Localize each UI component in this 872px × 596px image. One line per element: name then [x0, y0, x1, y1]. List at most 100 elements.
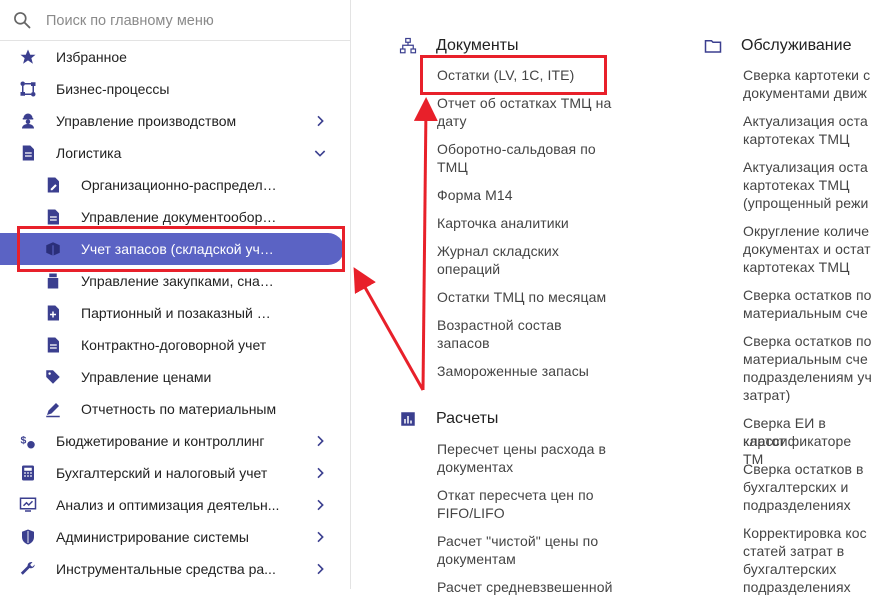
link-service-9d[interactable]: подразделениях — [743, 578, 851, 596]
sidebar-item-label: Бизнес-процессы — [56, 81, 170, 97]
link-recalc-line2[interactable]: документах — [437, 458, 513, 476]
link-service-9b[interactable]: статей затрат в — [743, 542, 844, 560]
process-flow-icon — [20, 81, 36, 97]
link-service-4b[interactable]: документах и остат — [743, 240, 871, 258]
link-service-8a[interactable]: Сверка остатков в — [743, 460, 864, 478]
sidebar-subitem-procurement[interactable]: Управление закупками, снабжением — [0, 265, 350, 297]
link-service-4c[interactable]: картотеках ТМЦ — [743, 258, 850, 276]
svg-text:$: $ — [21, 434, 27, 446]
link-service-5a[interactable]: Сверка остатков по — [743, 286, 872, 304]
search-bar — [0, 0, 350, 41]
sidebar-subitem-document-flow[interactable]: Управление документооборотом — [0, 201, 350, 233]
sidebar-item-label: Избранное — [56, 49, 127, 65]
link-service-6d[interactable]: затрат) — [743, 386, 790, 404]
search-icon — [14, 12, 31, 29]
chevron-right-icon — [317, 531, 324, 543]
link-service-6a[interactable]: Сверка остатков по — [743, 332, 872, 350]
link-rollback-line1[interactable]: Откат пересчета цен по — [437, 486, 594, 504]
worker-icon — [22, 113, 34, 129]
sidebar-item-favorites[interactable]: Избранное — [0, 41, 350, 73]
section-title-service: Обслуживание — [741, 37, 852, 54]
tag-icon — [46, 370, 60, 384]
sidebar-item-label: Администрирование системы — [56, 529, 249, 545]
sidebar-item-label: Инструментальные средства ра... — [56, 561, 276, 577]
section-title-documents: Документы — [436, 37, 519, 54]
sidebar-item-budgeting[interactable]: $ Бюджетирование и контроллинг — [0, 425, 350, 457]
link-rollback-line2[interactable]: FIFO/LIFO — [437, 504, 505, 522]
link-service-9a[interactable]: Корректировка кос — [743, 524, 867, 542]
link-service-1a[interactable]: Сверка картотеки с — [743, 66, 870, 84]
link-service-8c[interactable]: подразделениях — [743, 496, 851, 514]
document-edit-icon — [47, 177, 59, 193]
sidebar-item-label: Управление закупками, снабжением — [81, 273, 277, 289]
document-icon — [47, 209, 59, 225]
bar-chart-icon — [401, 412, 415, 426]
sidebar-item-accounting[interactable]: Бухгалтерский и налоговый учет — [0, 457, 350, 489]
link-turnover-line1[interactable]: Оборотно-сальдовая по — [437, 140, 596, 158]
link-service-5b[interactable]: материальным сче — [743, 304, 868, 322]
sidebar-subitem-batch-accounting[interactable]: Партионный и позаказный учет — [0, 297, 350, 329]
link-frozen-stock[interactable]: Замороженные запасы — [437, 362, 589, 380]
sidebar-item-label: Управление ценами — [81, 369, 212, 385]
link-age-structure-line2[interactable]: запасов — [437, 334, 490, 352]
link-stock-report-line2[interactable]: дату — [437, 112, 467, 130]
sidebar-subitem-contracts[interactable]: Контрактно-договорной учет — [0, 329, 350, 361]
link-service-2a[interactable]: Актуализация оста — [743, 112, 868, 130]
link-monthly-balances[interactable]: Остатки ТМЦ по месяцам — [437, 288, 606, 306]
link-service-6c[interactable]: подразделениям уч — [743, 368, 872, 386]
link-weighted-avg[interactable]: Расчет средневзвешенной — [437, 578, 613, 596]
sidebar-subitem-org-distribution[interactable]: Организационно-распределительн — [0, 169, 350, 201]
sidebar: Избранное Бизнес-процессы Управление про… — [0, 0, 351, 589]
link-service-8b[interactable]: бухгалтерских и — [743, 478, 848, 496]
link-stock-balances[interactable]: Остатки (LV, 1С, ITE) — [437, 66, 574, 84]
sidebar-subitem-material-reports[interactable]: Отчетность по материальным — [0, 393, 350, 425]
link-warehouse-journal-line2[interactable]: операций — [437, 260, 500, 278]
sidebar-subitem-inventory-accounting[interactable]: Учет запасов (складской учет) — [0, 233, 344, 265]
pencil-icon — [46, 403, 60, 418]
sidebar-item-tools[interactable]: Инструментальные средства ра... — [0, 553, 350, 585]
sidebar-item-label: Анализ и оптимизация деятельн... — [56, 497, 280, 513]
link-turnover-line2[interactable]: ТМЦ — [437, 158, 468, 176]
star-icon — [20, 49, 36, 64]
chevron-right-icon — [317, 499, 324, 511]
sidebar-item-label: Учет запасов (складской учет) — [81, 241, 277, 257]
sidebar-item-label: Партионный и позаказный учет — [81, 305, 277, 321]
link-net-price-line1[interactable]: Расчет "чистой" цены по — [437, 532, 598, 550]
link-analytics-card[interactable]: Карточка аналитики — [437, 214, 569, 232]
sidebar-item-label: Управление документооборотом — [81, 209, 277, 225]
link-service-1b[interactable]: документами движ — [743, 84, 867, 102]
link-service-9c[interactable]: бухгалтерских — [743, 560, 837, 578]
menu-content: Документы Остатки (LV, 1С, ITE) Отчет об… — [351, 0, 872, 595]
chevron-right-icon — [317, 115, 324, 127]
sidebar-item-business-processes[interactable]: Бизнес-процессы — [0, 73, 350, 105]
sidebar-item-analysis[interactable]: Анализ и оптимизация деятельн... — [0, 489, 350, 521]
link-recalc-line1[interactable]: Пересчет цены расхода в — [437, 440, 606, 458]
link-service-2b[interactable]: картотеках ТМЦ — [743, 130, 850, 148]
link-form-m14[interactable]: Форма М14 — [437, 186, 513, 204]
sidebar-item-label: Отчетность по материальным — [81, 401, 277, 417]
link-service-6b[interactable]: материальным сче — [743, 350, 868, 368]
sidebar-item-administration[interactable]: Администрирование системы — [0, 521, 350, 553]
link-service-3c[interactable]: (упрощенный режи — [743, 194, 868, 212]
search-input[interactable] — [44, 8, 338, 34]
sidebar-item-label: Логистика — [56, 145, 122, 161]
main-menu: Избранное Бизнес-процессы Управление про… — [0, 41, 350, 585]
supply-bag-icon — [47, 273, 59, 289]
hierarchy-icon — [399, 37, 417, 54]
link-service-3b[interactable]: картотеках ТМЦ — [743, 176, 850, 194]
link-service-4a[interactable]: Округление количе — [743, 222, 869, 240]
link-service-3a[interactable]: Актуализация оста — [743, 158, 868, 176]
link-warehouse-journal-line1[interactable]: Журнал складских — [437, 242, 559, 260]
wrench-icon — [20, 562, 35, 575]
link-stock-report-line1[interactable]: Отчет об остатках ТМЦ на — [437, 94, 611, 112]
sidebar-item-logistics[interactable]: Логистика — [0, 137, 350, 169]
sidebar-subitem-prices[interactable]: Управление ценами — [0, 361, 350, 393]
sidebar-item-label: Организационно-распределительн — [81, 177, 277, 193]
link-age-structure-line1[interactable]: Возрастной состав — [437, 316, 562, 334]
document-add-icon — [47, 305, 59, 321]
link-net-price-line2[interactable]: документам — [437, 550, 516, 568]
monitor-analytics-icon — [19, 497, 37, 512]
inventory-box-icon — [46, 242, 60, 256]
chevron-right-icon — [317, 563, 324, 575]
sidebar-item-production[interactable]: Управление производством — [0, 105, 350, 137]
